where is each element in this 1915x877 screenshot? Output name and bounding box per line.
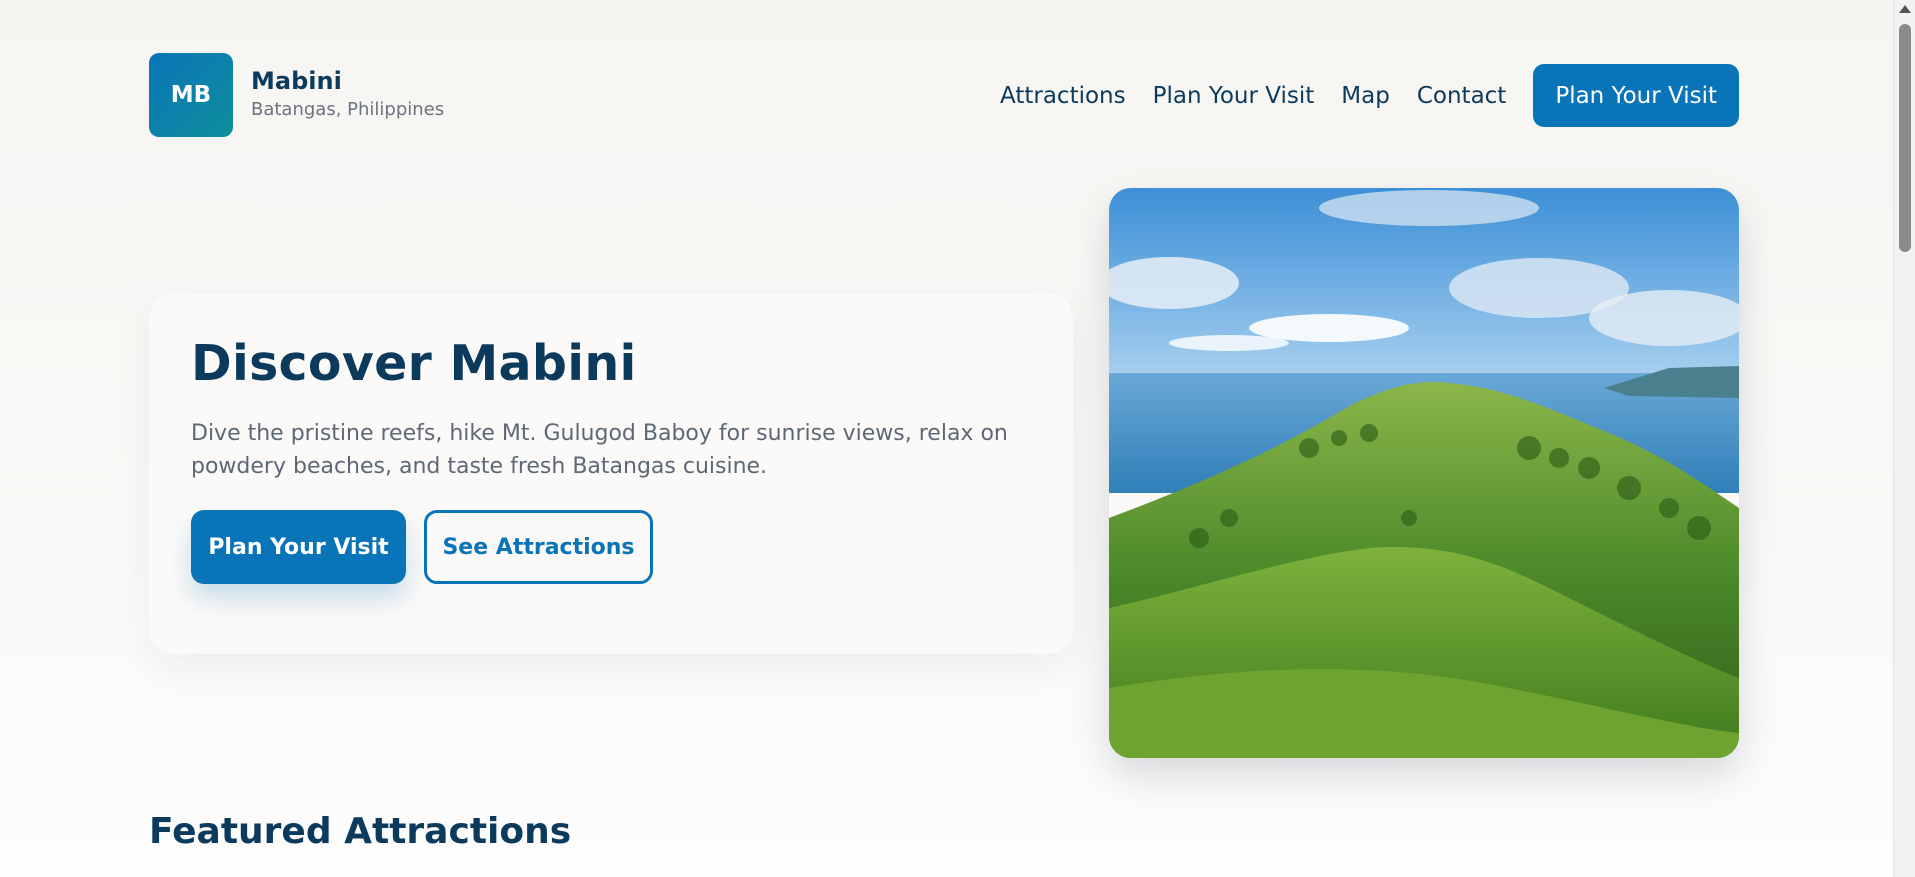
see-attractions-button[interactable]: See Attractions (424, 510, 653, 584)
hero-description: Dive the pristine reefs, hike Mt. Gulugo… (191, 421, 1008, 479)
page: MB Mabini Batangas, Philippines Attracti… (0, 0, 1915, 877)
page-scrollbar[interactable] (1893, 0, 1915, 877)
hero-image (1109, 188, 1739, 758)
brand-location: Batangas, Philippines (251, 99, 445, 120)
scroll-up-arrow-icon[interactable] (1899, 5, 1911, 13)
nav-link-map[interactable]: Map (1341, 83, 1390, 109)
hero-title: Discover Mabini (191, 335, 637, 392)
logo-badge[interactable]: MB (149, 53, 233, 137)
site-header: MB Mabini Batangas, Philippines Attracti… (149, 53, 1739, 137)
hero-landscape-image (1109, 188, 1739, 758)
main-nav: Attractions Plan Your Visit Map Contact … (1000, 64, 1739, 127)
brand-name[interactable]: Mabini (251, 67, 342, 95)
nav-plan-visit-button[interactable]: Plan Your Visit (1533, 64, 1739, 127)
nav-link-contact[interactable]: Contact (1417, 83, 1506, 109)
nav-link-attractions[interactable]: Attractions (1000, 83, 1126, 109)
hero-card: Discover Mabini Dive the pristine reefs,… (149, 293, 1073, 654)
featured-attractions-heading: Featured Attractions (149, 811, 572, 852)
scrollbar-thumb[interactable] (1899, 24, 1911, 252)
nav-link-plan-your-visit[interactable]: Plan Your Visit (1153, 83, 1315, 109)
plan-visit-button[interactable]: Plan Your Visit (191, 510, 406, 584)
